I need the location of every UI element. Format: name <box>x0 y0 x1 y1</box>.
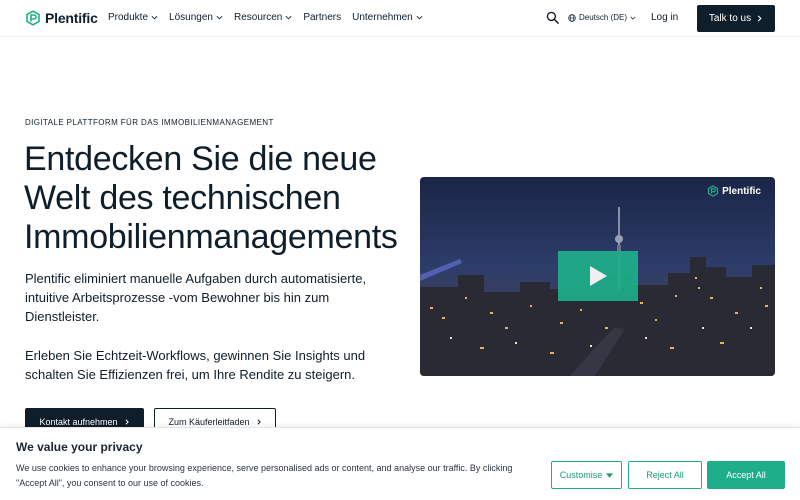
plentific-logo-icon <box>26 10 40 26</box>
language-selector[interactable]: Deutsch (DE) <box>568 13 636 22</box>
cookie-banner: We value your privacy We use cookies to … <box>0 427 800 500</box>
globe-icon <box>568 13 576 22</box>
search-icon[interactable] <box>546 11 559 24</box>
buyers-guide-button-label: Zum Käuferleitfaden <box>168 416 250 427</box>
chevron-down-icon <box>416 15 423 20</box>
chevron-right-icon <box>757 15 762 22</box>
menu-item-label: Partners <box>303 12 342 23</box>
customise-label: Customise <box>559 470 603 480</box>
menu-item-produkte[interactable]: Produkte <box>108 12 158 23</box>
talk-to-us-label: Talk to us <box>708 13 752 24</box>
accept-all-button[interactable]: Accept All <box>707 461 785 489</box>
plentific-logo[interactable]: Plentific <box>25 10 98 26</box>
reject-all-label: Reject All <box>646 470 684 480</box>
main-menu: Produkte Lösungen Resourcen Partners Unt… <box>108 12 423 23</box>
logo-text: Plentific <box>45 10 98 26</box>
chevron-down-icon <box>630 16 636 20</box>
hero-video[interactable]: Plentific <box>420 177 775 376</box>
top-navigation: Plentific Produkte Lösungen Resourcen Pa… <box>0 0 800 37</box>
plentific-logo-icon <box>707 185 719 197</box>
talk-to-us-button[interactable]: Talk to us <box>697 5 775 32</box>
hero-paragraph-1: Plentific eliminiert manuelle Aufgaben d… <box>25 271 367 324</box>
menu-item-partners[interactable]: Partners <box>303 12 341 23</box>
reject-all-button[interactable]: Reject All <box>628 461 702 489</box>
caret-down-icon <box>606 472 614 478</box>
menu-item-label: Unternehmen <box>352 12 413 23</box>
menu-item-resourcen[interactable]: Resourcen <box>234 12 292 23</box>
chevron-down-icon <box>151 15 158 20</box>
video-logo-text: Plentific <box>722 185 761 197</box>
play-button[interactable] <box>558 251 638 301</box>
hero-eyebrow: DIGITALE PLATTFORM FÜR DAS IMMOBILIENMAN… <box>25 118 274 127</box>
hero-paragraph-2: Erleben Sie Echtzeit-Workflows, gewinnen… <box>25 348 366 382</box>
chevron-right-icon <box>125 418 129 425</box>
chevron-down-icon <box>285 15 292 20</box>
menu-item-loesungen[interactable]: Lösungen <box>169 12 223 23</box>
hero-headline: Entdecken Sie die neue Welt des technisc… <box>24 140 398 256</box>
menu-item-label: Produkte <box>108 12 149 23</box>
play-icon <box>590 266 607 286</box>
chevron-down-icon <box>216 15 223 20</box>
customise-button[interactable]: Customise <box>551 461 622 489</box>
menu-item-label: Resourcen <box>233 12 283 23</box>
menu-item-unternehmen[interactable]: Unternehmen <box>352 12 423 23</box>
login-link[interactable]: Log in <box>651 12 678 23</box>
language-label: Deutsch (DE) <box>579 13 628 22</box>
contact-button-label: Kontakt aufnehmen <box>39 416 118 427</box>
chevron-right-icon <box>257 418 261 425</box>
video-logo: Plentific <box>707 185 761 197</box>
cookie-text: We use cookies to enhance your browsing … <box>16 463 513 488</box>
cookie-title: We value your privacy <box>16 440 143 454</box>
menu-item-label: Lösungen <box>169 12 213 23</box>
accept-all-label: Accept All <box>726 470 766 480</box>
